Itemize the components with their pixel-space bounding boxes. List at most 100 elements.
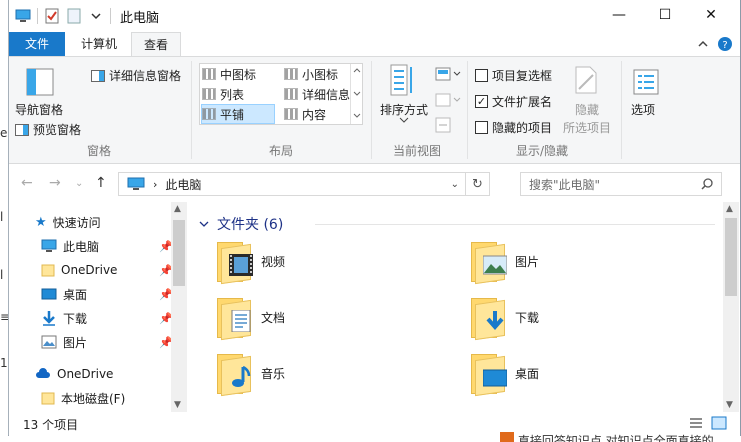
folder-tile-downloads[interactable]: 下载 — [471, 296, 540, 341]
back-arrow-icon[interactable]: ← — [21, 175, 33, 191]
nav-item-local-disk[interactable]: 本地磁盘(F) — [41, 388, 125, 408]
picture-icon — [41, 335, 57, 349]
desktop-folder-icon — [471, 352, 509, 397]
item-checkboxes-toggle[interactable]: 项目复选框 — [475, 67, 552, 84]
layout-gallery-scroll[interactable] — [350, 64, 362, 124]
options-button[interactable]: 选项 — [631, 101, 655, 118]
folder-tile-videos[interactable]: 视频 — [217, 240, 285, 285]
forward-arrow-icon[interactable]: → — [49, 175, 61, 191]
nav-item-quick-access[interactable]: ★ 快速访问 — [35, 212, 101, 232]
minimize-button[interactable]: — — [596, 0, 642, 30]
checkbox[interactable] — [475, 69, 488, 82]
recent-dropdown-icon[interactable]: ⌄ — [75, 178, 83, 189]
folder-tile-pictures[interactable]: 图片 — [471, 240, 540, 285]
details-pane-button[interactable]: 详细信息窗格 — [91, 67, 181, 84]
group-divider-line — [315, 224, 715, 225]
chevron-down-icon[interactable] — [88, 8, 104, 24]
add-columns-icon — [435, 93, 461, 107]
up-arrow-icon[interactable]: ↑ — [95, 175, 107, 191]
sort-by-button[interactable]: 排序方式 — [380, 101, 428, 118]
address-bar[interactable]: › 此电脑 ⌄ ↻ — [118, 172, 490, 196]
nav-item-label: 此电脑 — [63, 239, 100, 254]
checkbox-checked[interactable]: ✓ — [475, 95, 488, 108]
layout-list[interactable]: 列表 — [202, 84, 278, 104]
checkbox[interactable] — [475, 121, 488, 134]
breadcrumb[interactable]: 此电脑 — [165, 176, 201, 193]
nav-item-desktop[interactable]: 桌面 — [41, 284, 87, 304]
preview-pane-button[interactable]: 预览窗格 — [15, 121, 81, 138]
group-title: 文件夹 (6) — [217, 217, 284, 233]
refresh-icon[interactable]: ↻ — [465, 173, 489, 195]
hidden-items-toggle[interactable]: 隐藏的项目 — [475, 119, 552, 136]
close-button[interactable]: ✕ — [688, 0, 734, 30]
toolbar-divider — [110, 8, 111, 24]
music-note-icon — [232, 366, 251, 387]
nav-item-label: 桌面 — [63, 287, 88, 302]
tab-file[interactable]: 文件 — [9, 32, 65, 56]
scroll-up-icon[interactable]: ▲ — [174, 204, 181, 214]
tab-view[interactable]: 查看 — [131, 32, 182, 57]
chevron-down-icon[interactable] — [399, 117, 409, 123]
breadcrumb-separator-icon[interactable]: › — [153, 178, 157, 191]
layout-details[interactable]: 详细信息 — [284, 84, 360, 104]
group-label-layout: 布局 — [268, 144, 293, 158]
nav-item-pictures[interactable]: 图片 — [41, 332, 87, 352]
preview-pane-label: 预览窗格 — [33, 123, 82, 137]
layout-content[interactable]: 内容 — [284, 104, 360, 124]
properties-icon[interactable] — [44, 8, 60, 24]
help-icon[interactable]: ? — [717, 36, 733, 52]
scroll-down-icon[interactable]: ▼ — [726, 400, 733, 410]
folder-tile-desktop[interactable]: 桌面 — [471, 352, 539, 397]
quick-access-toolbar — [15, 8, 111, 24]
background-badge — [500, 432, 514, 442]
background-text-fragment: l — [0, 268, 4, 282]
details-pane-icon — [91, 69, 105, 82]
address-dropdown-icon[interactable]: ⌄ — [451, 179, 459, 190]
nav-item-onedrive[interactable]: OneDrive — [35, 364, 113, 384]
window-title: 此电脑 — [120, 11, 160, 26]
item-checkboxes-label: 项目复选框 — [492, 69, 553, 83]
folder-tile-documents[interactable]: 文档 — [217, 296, 285, 341]
large-icons-view-icon[interactable] — [711, 416, 727, 430]
folder-label: 图片 — [515, 254, 540, 269]
layout-medium-icons[interactable]: 中图标 — [202, 64, 278, 84]
background-text-fragment: 1 — [0, 356, 8, 370]
layout-small-icons[interactable]: 小图标 — [284, 64, 360, 84]
explorer-window: 此电脑 — ☐ ✕ 文件 计算机 查看 ? 导航窗格 预览窗格 详细信息窗格 窗… — [8, 0, 741, 436]
search-input[interactable]: 搜索"此电脑" — [520, 172, 722, 196]
group-label-current-view: 当前视图 — [392, 144, 441, 158]
tab-computer[interactable]: 计算机 — [69, 32, 129, 56]
details-icon — [284, 88, 298, 100]
details-view-icon[interactable] — [689, 417, 703, 429]
desktop-screenshot: e l l ≡ 1 此电脑 — ☐ ✕ 文件 计算机 查看 ? 导航窗格 预览窗… — [0, 0, 741, 442]
maximize-button[interactable]: ☐ — [642, 0, 688, 30]
new-folder-icon[interactable] — [66, 8, 82, 24]
layout-item-label: 内容 — [302, 107, 327, 122]
navigation-pane-button[interactable]: 导航窗格 — [15, 101, 63, 118]
file-extensions-toggle[interactable]: ✓ 文件扩展名 — [475, 93, 552, 110]
nav-item-onedrive-folder[interactable]: OneDrive — [41, 260, 117, 280]
scroll-thumb[interactable] — [173, 220, 185, 286]
nav-item-downloads[interactable]: 下载 — [41, 308, 87, 328]
scroll-up-icon[interactable]: ▲ — [726, 204, 733, 214]
landscape-icon — [483, 255, 507, 275]
nav-scrollbar[interactable]: ▲ ▼ — [171, 202, 187, 412]
sort-by-icon — [390, 64, 412, 96]
folders-group-header[interactable]: 文件夹 (6) — [199, 214, 283, 234]
folder-tile-music[interactable]: 音乐 — [217, 352, 286, 397]
group-by-icon[interactable] — [435, 67, 461, 81]
star-icon: ★ — [35, 214, 47, 230]
scroll-down-icon[interactable]: ▼ — [174, 400, 181, 410]
chevron-up-icon[interactable] — [697, 38, 709, 50]
ribbon-tabs: 文件 计算机 查看 ? — [9, 32, 740, 57]
search-icon[interactable] — [701, 178, 713, 190]
layout-item-label: 中图标 — [220, 67, 257, 82]
layout-tiles[interactable]: 平铺 — [201, 104, 275, 124]
content-scrollbar[interactable]: ▲ ▼ — [723, 202, 739, 412]
group-divider — [191, 61, 192, 159]
nav-item-this-pc[interactable]: 此电脑 — [41, 236, 99, 256]
computer-icon[interactable] — [15, 8, 31, 24]
folder-label: 下载 — [515, 310, 540, 325]
scroll-thumb[interactable] — [725, 218, 737, 296]
folder-label: 音乐 — [261, 366, 286, 381]
